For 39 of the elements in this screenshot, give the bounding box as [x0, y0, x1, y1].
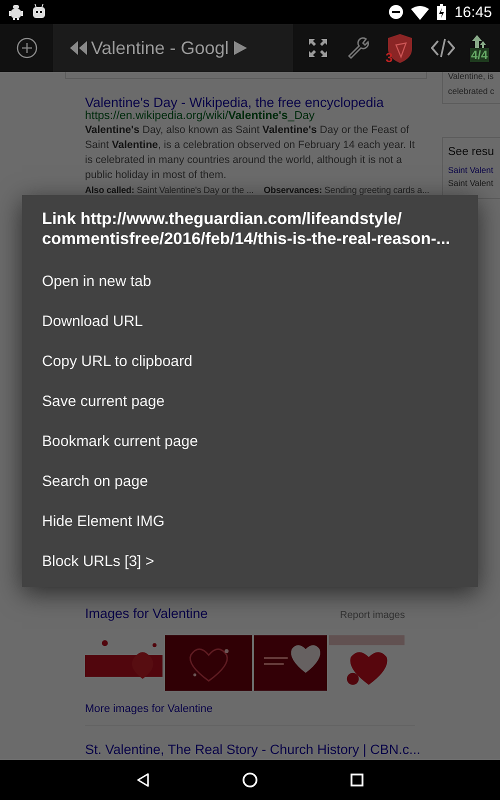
shield-icon	[386, 33, 414, 63]
back-icon[interactable]	[136, 772, 150, 788]
menu-item[interactable]: Download URL	[22, 301, 478, 341]
wrench-icon[interactable]	[346, 36, 370, 60]
play-icon[interactable]	[232, 40, 248, 56]
menu-title: Link http://www.theguardian.com/lifeandstyle/	[42, 209, 403, 229]
android-icon	[8, 4, 24, 20]
fact-text: Also called: Saint Valentine's Day or the ...	[85, 185, 254, 195]
menu-item[interactable]: Open in new tab	[22, 261, 478, 301]
side-heading: See resu	[448, 146, 496, 158]
recents-icon[interactable]	[350, 773, 364, 787]
menu-item[interactable]: Search on page	[22, 461, 478, 501]
shield-button[interactable]: 3	[386, 33, 414, 63]
side-text: Saint Valent	[448, 177, 494, 190]
do-not-disturb-icon	[389, 5, 404, 19]
robot-icon	[32, 4, 46, 20]
menu-item[interactable]: Hide Element IMG	[22, 501, 478, 541]
rewind-icon[interactable]	[69, 40, 87, 56]
side-text: celebrated c	[448, 85, 496, 98]
menu-item[interactable]: Bookmark current page	[22, 421, 478, 461]
result-title[interactable]: Valentine's Day - Wikipedia, the free encyclopedia	[85, 95, 425, 110]
status-time: 16:45	[454, 4, 492, 20]
menu-item[interactable]: Save current page	[22, 381, 478, 421]
menu-item[interactable]: Copy URL to clipboard	[22, 341, 478, 381]
more-images-link[interactable]: More images for Valentine	[85, 703, 213, 715]
code-icon[interactable]	[431, 37, 456, 59]
menu-title: commentisfree/2016/feb/14/this-is-the-real-reason-...	[42, 229, 452, 249]
fullscreen-icon[interactable]	[307, 37, 330, 59]
battery-charging-icon	[437, 4, 446, 20]
result-title[interactable]: St. Valentine, The Real Story - Church History | CBN.c...	[85, 742, 420, 757]
menu-item[interactable]: Block URLs [3] >	[22, 541, 478, 581]
wifi-icon	[411, 4, 430, 20]
home-icon[interactable]	[242, 772, 258, 788]
fact-text: Observances: Sending greeting cards a...	[264, 185, 430, 195]
new-tab-icon[interactable]	[16, 37, 38, 59]
result-snippet: Valentine's Day, also known as Saint Valentine's Day or the Feast of Saint Valentine, is a celebration observed on February 14 each year. It is celebrated in many countries around the world, although it is not a public holiday in most of them.	[85, 123, 416, 183]
side-text: Valentine, is	[448, 72, 495, 83]
side-link[interactable]: Saint Valent	[448, 164, 500, 177]
images-heading[interactable]: Images for Valentine	[85, 606, 208, 621]
